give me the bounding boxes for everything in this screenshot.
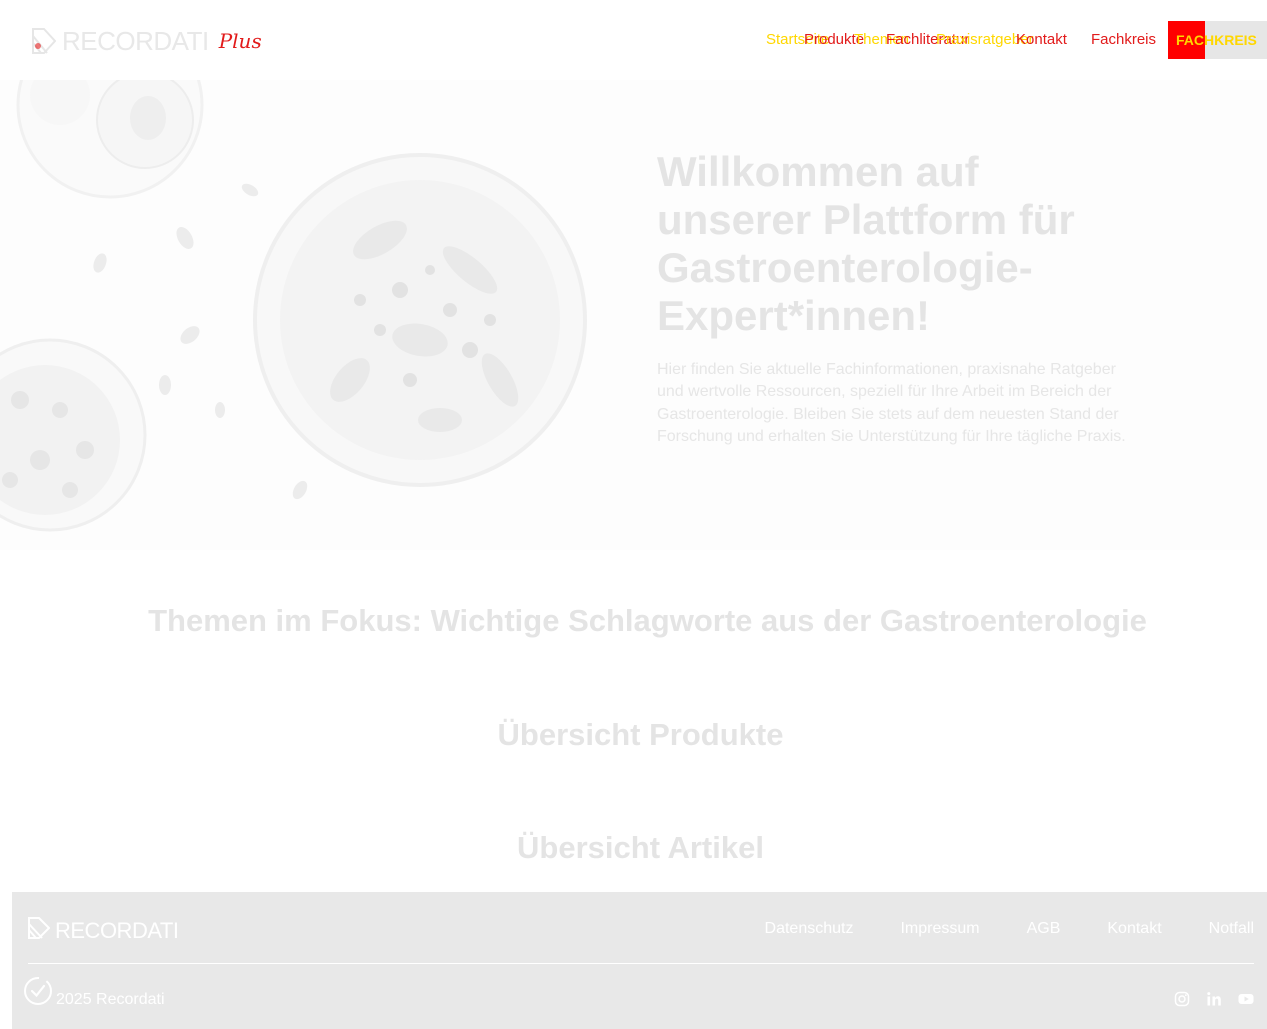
social-links <box>1174 991 1254 1007</box>
site-header: RECORDATI Plus Startseite Produkte Theme… <box>0 0 1267 80</box>
copyright-text: 2025 Recordati <box>56 991 165 1008</box>
site-footer: RECORDATI Datenschutz Impressum AGB Kont… <box>12 892 1267 1029</box>
section-title-products: Übersicht Produkte <box>497 717 784 752</box>
hero-section: Willkommen auf unserer Plattform für Gas… <box>0 80 1267 550</box>
hero-copy: Willkommen auf unserer Plattform für Gas… <box>657 148 1137 449</box>
footer-link-datenschutz[interactable]: Datenschutz <box>765 919 854 939</box>
cookie-settings-icon[interactable] <box>23 976 53 1006</box>
instagram-icon[interactable] <box>1174 991 1190 1007</box>
brand-logo[interactable]: RECORDATI Plus <box>32 26 262 56</box>
nav-kontakt[interactable]: Kontakt <box>1016 31 1067 49</box>
fachkreis-button-label: FACHKREIS <box>1176 32 1257 48</box>
hero-food-image <box>0 80 610 550</box>
footer-links: Datenschutz Impressum AGB Kontakt Notfal… <box>765 919 1254 939</box>
section-title-articles: Übersicht Artikel <box>517 830 764 865</box>
nav-fachkreis[interactable]: Fachkreis <box>1091 31 1156 49</box>
fachkreis-button[interactable]: FACHKREIS <box>1168 21 1267 59</box>
recordati-logo-icon <box>28 917 51 944</box>
hero-title: Willkommen auf unserer Plattform für Gas… <box>657 148 1075 339</box>
footer-divider <box>28 963 1254 964</box>
footer-link-impressum[interactable]: Impressum <box>900 919 979 939</box>
recordati-logo-icon <box>32 28 56 54</box>
footer-logo[interactable]: RECORDATI <box>28 917 179 944</box>
section-title-topics: Themen im Fokus: Wichtige Schlagworte au… <box>148 603 1147 638</box>
footer-link-kontakt[interactable]: Kontakt <box>1107 919 1161 939</box>
main-nav: Startseite Produkte Themen Fachliteratur… <box>766 22 1166 58</box>
youtube-icon[interactable] <box>1238 991 1254 1007</box>
brand-script: Plus <box>218 29 262 53</box>
footer-link-agb[interactable]: AGB <box>1027 919 1061 939</box>
footer-link-notfall[interactable]: Notfall <box>1209 919 1254 939</box>
footer-brand-name: RECORDATI <box>55 917 179 943</box>
linkedin-icon[interactable] <box>1206 991 1222 1007</box>
hero-text: Hier finden Sie aktuelle Fachinformation… <box>657 361 1126 446</box>
brand-name: RECORDATI <box>62 26 209 56</box>
